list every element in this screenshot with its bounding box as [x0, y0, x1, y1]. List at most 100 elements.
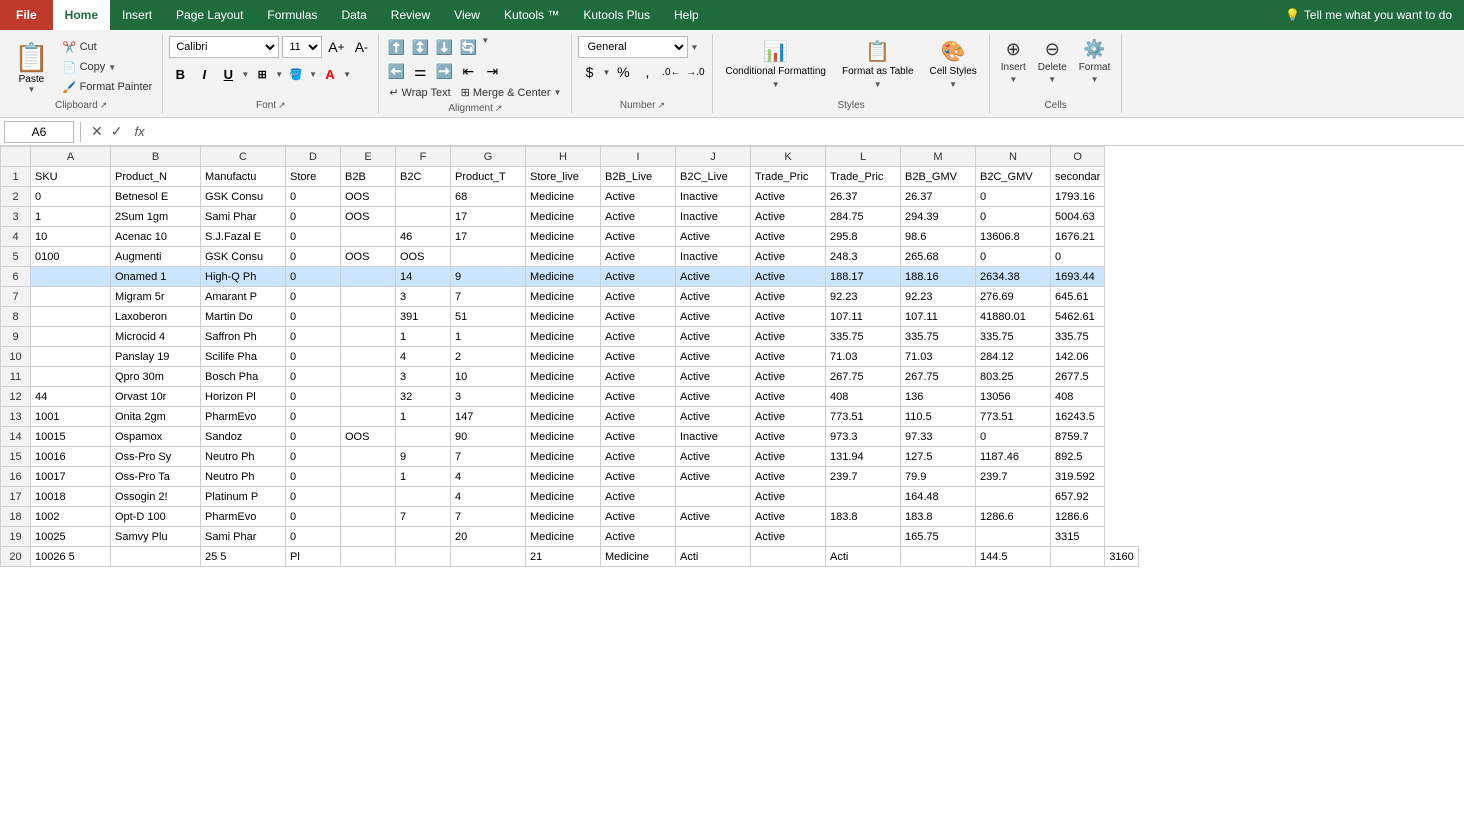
cell[interactable]: 3315 [1051, 527, 1105, 547]
fx-icon[interactable]: fx [130, 124, 148, 139]
number-format-select[interactable]: General [578, 36, 688, 58]
align-left-button[interactable]: ⬅️ [385, 60, 407, 82]
col-header-h[interactable]: H [526, 147, 601, 167]
cell[interactable]: Manufactu [201, 167, 286, 187]
align-top-button[interactable]: ⬆️ [385, 36, 407, 58]
cell[interactable]: 3 [396, 367, 451, 387]
cell[interactable]: 25 5 [201, 547, 286, 567]
cell[interactable]: 107.11 [826, 307, 901, 327]
cell[interactable]: Augmenti [111, 247, 201, 267]
cell[interactable]: 127.5 [901, 447, 976, 467]
cell[interactable]: 44 [31, 387, 111, 407]
cell[interactable] [341, 267, 396, 287]
cell[interactable]: 144.5 [976, 547, 1051, 567]
cell[interactable]: Active [601, 267, 676, 287]
cell[interactable]: Neutro Ph [201, 447, 286, 467]
tab-help[interactable]: Help [662, 0, 711, 30]
cell[interactable] [826, 487, 901, 507]
cell[interactable]: Medicine [526, 527, 601, 547]
cell[interactable]: 0 [286, 307, 341, 327]
cell[interactable]: 0 [976, 427, 1051, 447]
tab-data[interactable]: Data [329, 0, 378, 30]
cell[interactable]: Laxoberon [111, 307, 201, 327]
cell[interactable] [676, 487, 751, 507]
cell[interactable]: 773.51 [826, 407, 901, 427]
cell[interactable] [31, 307, 111, 327]
cell[interactable]: 335.75 [1051, 327, 1105, 347]
currency-button[interactable]: $ [578, 61, 600, 83]
cell[interactable]: Medicine [526, 387, 601, 407]
cell[interactable]: Onamed 1 [111, 267, 201, 287]
cell[interactable]: 1002 [31, 507, 111, 527]
cell[interactable]: Active [601, 407, 676, 427]
cell[interactable]: 319.592 [1051, 467, 1105, 487]
cell[interactable]: 1693.44 [1051, 267, 1105, 287]
cell[interactable]: 267.75 [901, 367, 976, 387]
cell[interactable]: Active [751, 487, 826, 507]
cell[interactable]: 17 [451, 207, 526, 227]
cell[interactable]: Medicine [526, 207, 601, 227]
cell[interactable]: 0 [286, 427, 341, 447]
cell[interactable]: Sandoz [201, 427, 286, 447]
copy-button[interactable]: 📄 Copy ▼ [59, 59, 156, 76]
align-bottom-button[interactable]: ⬇️ [433, 36, 455, 58]
cell[interactable] [451, 547, 526, 567]
cell[interactable]: B2B [341, 167, 396, 187]
cell[interactable]: Ossogin 2! [111, 487, 201, 507]
align-middle-button[interactable]: ↕️ [409, 36, 431, 58]
cell[interactable]: Medicine [526, 447, 601, 467]
cell[interactable]: Pl [286, 547, 341, 567]
cell[interactable]: Active [601, 207, 676, 227]
cell[interactable]: 20 [451, 527, 526, 547]
cell[interactable]: 1 [451, 327, 526, 347]
cell[interactable]: 284.12 [976, 347, 1051, 367]
cell[interactable]: 41880.01 [976, 307, 1051, 327]
cell[interactable]: 1 [396, 467, 451, 487]
cell[interactable]: 90 [451, 427, 526, 447]
cell[interactable]: Active [751, 327, 826, 347]
cell[interactable]: 10016 [31, 447, 111, 467]
cell[interactable]: Active [601, 347, 676, 367]
cell[interactable]: Active [601, 367, 676, 387]
cell[interactable] [341, 327, 396, 347]
cell[interactable]: 892.5 [1051, 447, 1105, 467]
cell[interactable]: 4 [451, 487, 526, 507]
font-size-select[interactable]: 11 [282, 36, 322, 58]
cell[interactable]: 183.8 [901, 507, 976, 527]
cell[interactable]: 107.11 [901, 307, 976, 327]
cell[interactable]: 248.3 [826, 247, 901, 267]
cell[interactable]: Active [751, 447, 826, 467]
cell[interactable]: 92.23 [901, 287, 976, 307]
cell[interactable]: 276.69 [976, 287, 1051, 307]
cell[interactable]: Active [676, 387, 751, 407]
cell[interactable] [396, 207, 451, 227]
cell[interactable]: Medicine [601, 547, 676, 567]
cell[interactable]: Active [676, 367, 751, 387]
cell[interactable]: Store [286, 167, 341, 187]
cell[interactable]: 188.17 [826, 267, 901, 287]
cell[interactable]: Samvy Plu [111, 527, 201, 547]
cell[interactable]: 0 [286, 527, 341, 547]
indent-dec-button[interactable]: ⇤ [457, 60, 479, 82]
cell-styles-dropdown[interactable]: ▼ [949, 80, 957, 89]
alignment-dialog-icon[interactable]: ↗ [495, 103, 503, 114]
cell[interactable]: 164.48 [901, 487, 976, 507]
cell[interactable]: 0 [976, 207, 1051, 227]
cell[interactable]: 2677.5 [1051, 367, 1105, 387]
cell[interactable]: Medicine [526, 327, 601, 347]
font-color-dropdown[interactable]: ▼ [343, 70, 351, 79]
cancel-formula-icon[interactable]: ✕ [91, 123, 103, 140]
cell[interactable]: 14 [396, 267, 451, 287]
cell[interactable]: Medicine [526, 247, 601, 267]
font-color-button[interactable]: A [319, 63, 341, 85]
number-dialog-icon[interactable]: ↗ [657, 100, 665, 111]
cell[interactable] [341, 347, 396, 367]
cell[interactable]: GSK Consu [201, 247, 286, 267]
orientation-dropdown[interactable]: ▼ [481, 36, 489, 58]
cell[interactable]: B2B_Live [601, 167, 676, 187]
cell[interactable]: Trade_Pric [751, 167, 826, 187]
cell[interactable]: Active [751, 307, 826, 327]
cell[interactable]: 8759.7 [1051, 427, 1105, 447]
cell[interactable] [451, 247, 526, 267]
cell[interactable] [676, 527, 751, 547]
